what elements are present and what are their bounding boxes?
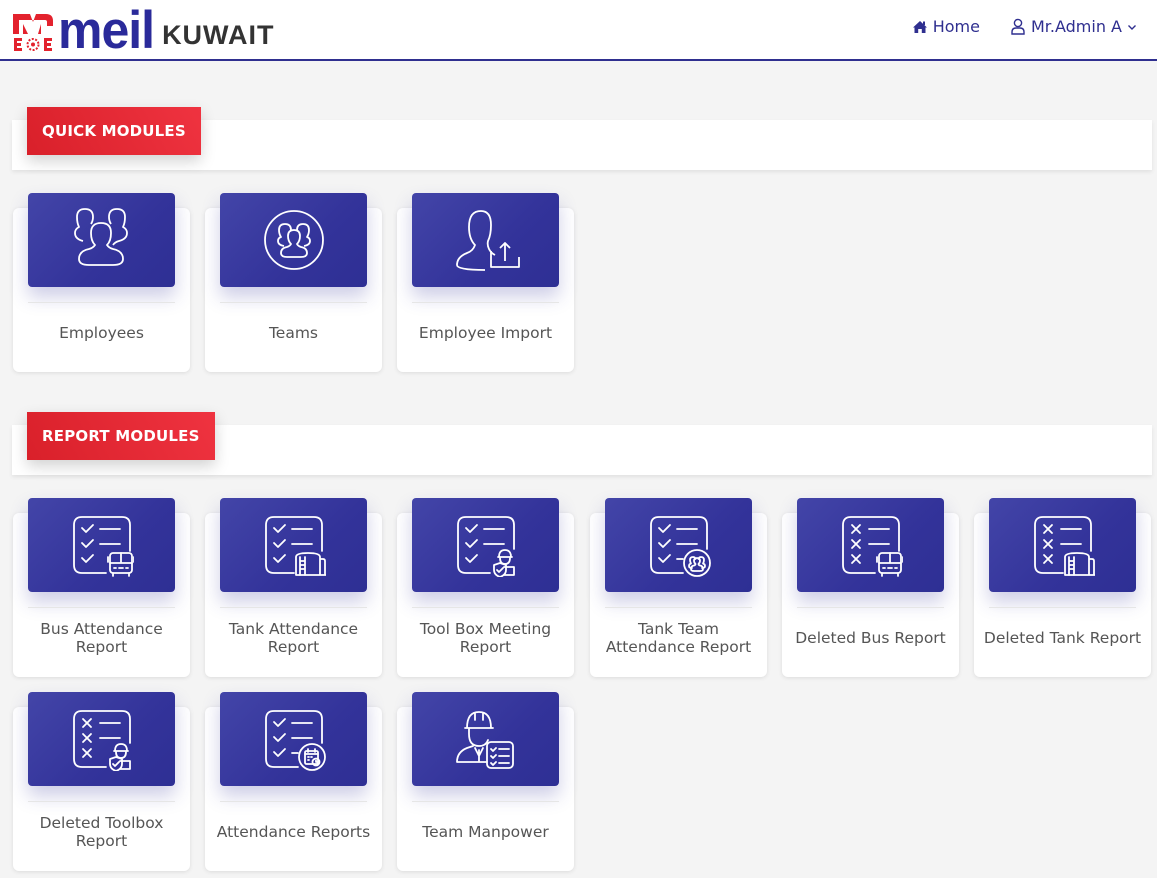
users-group-icon bbox=[28, 193, 175, 287]
top-nav: Home Mr.Admin A bbox=[912, 17, 1137, 36]
module-card-deleted-tank-report[interactable]: Deleted Tank Report bbox=[974, 498, 1151, 677]
checklist-team-icon bbox=[605, 498, 752, 592]
user-menu-dropdown[interactable]: Mr.Admin A bbox=[1010, 17, 1137, 36]
module-card-label: Deleted Bus Report bbox=[795, 628, 946, 647]
module-card-label: Tool Box Meeting Report bbox=[419, 619, 552, 656]
user-upload-icon bbox=[412, 193, 559, 287]
module-card-teams[interactable]: Teams bbox=[205, 193, 382, 372]
logo[interactable]: meil KUWAIT bbox=[12, 0, 275, 60]
module-card-label: Employees bbox=[59, 323, 144, 342]
module-card-bus-attendance-report[interactable]: Bus Attendance Report bbox=[13, 498, 190, 677]
crosslist-tank-icon bbox=[989, 498, 1136, 592]
nav-home-label: Home bbox=[932, 17, 980, 36]
top-navbar: meil KUWAIT Home Mr.Admin A bbox=[0, 0, 1157, 61]
module-card-deleted-toolbox-report[interactable]: Deleted Toolbox Report bbox=[13, 692, 190, 871]
module-card-employees[interactable]: Employees bbox=[13, 193, 190, 372]
module-card-tank-attendance-report[interactable]: Tank Attendance Report bbox=[205, 498, 382, 677]
module-card-label: Attendance Reports bbox=[216, 822, 371, 841]
logo-text: meil bbox=[58, 0, 155, 60]
module-card-attendance-reports[interactable]: Attendance Reports bbox=[205, 692, 382, 871]
checklist-bus-icon bbox=[28, 498, 175, 592]
module-card-label: Team Manpower bbox=[422, 822, 549, 841]
module-card-deleted-bus-report[interactable]: Deleted Bus Report bbox=[782, 498, 959, 677]
module-card-tool-box-meeting-report[interactable]: Tool Box Meeting Report bbox=[397, 498, 574, 677]
module-card-label: Employee Import bbox=[418, 323, 553, 342]
user-icon bbox=[1010, 18, 1026, 35]
home-icon bbox=[912, 20, 928, 34]
module-card-tank-team-attendance-report[interactable]: Tank Team Attendance Report bbox=[590, 498, 767, 677]
team-circle-icon bbox=[220, 193, 367, 287]
module-card-label: Teams bbox=[268, 323, 319, 342]
chevron-down-icon bbox=[1127, 23, 1137, 31]
module-card-label: Tank Team Attendance Report bbox=[605, 619, 752, 656]
crosslist-worker-icon bbox=[28, 692, 175, 786]
checklist-worker-icon bbox=[412, 498, 559, 592]
module-card-label: Tank Attendance Report bbox=[228, 619, 359, 656]
module-card-label: Deleted Tank Report bbox=[983, 628, 1142, 647]
meil-logo-mark-icon bbox=[12, 12, 54, 52]
user-name-label: Mr.Admin A bbox=[1030, 17, 1122, 36]
crosslist-bus-icon bbox=[797, 498, 944, 592]
nav-home-link[interactable]: Home bbox=[912, 17, 980, 36]
module-card-label: Bus Attendance Report bbox=[40, 619, 163, 656]
module-card-label: Deleted Toolbox Report bbox=[39, 813, 164, 850]
checklist-calendar-icon bbox=[220, 692, 367, 786]
module-card-employee-import[interactable]: Employee Import bbox=[397, 193, 574, 372]
quick-modules-title: QUICK MODULES bbox=[27, 107, 201, 155]
engineer-checklist-icon bbox=[412, 692, 559, 786]
checklist-tank-icon bbox=[220, 498, 367, 592]
logo-subtext: KUWAIT bbox=[162, 20, 275, 50]
module-card-team-manpower[interactable]: Team Manpower bbox=[397, 692, 574, 871]
report-modules-title: REPORT MODULES bbox=[27, 412, 215, 460]
